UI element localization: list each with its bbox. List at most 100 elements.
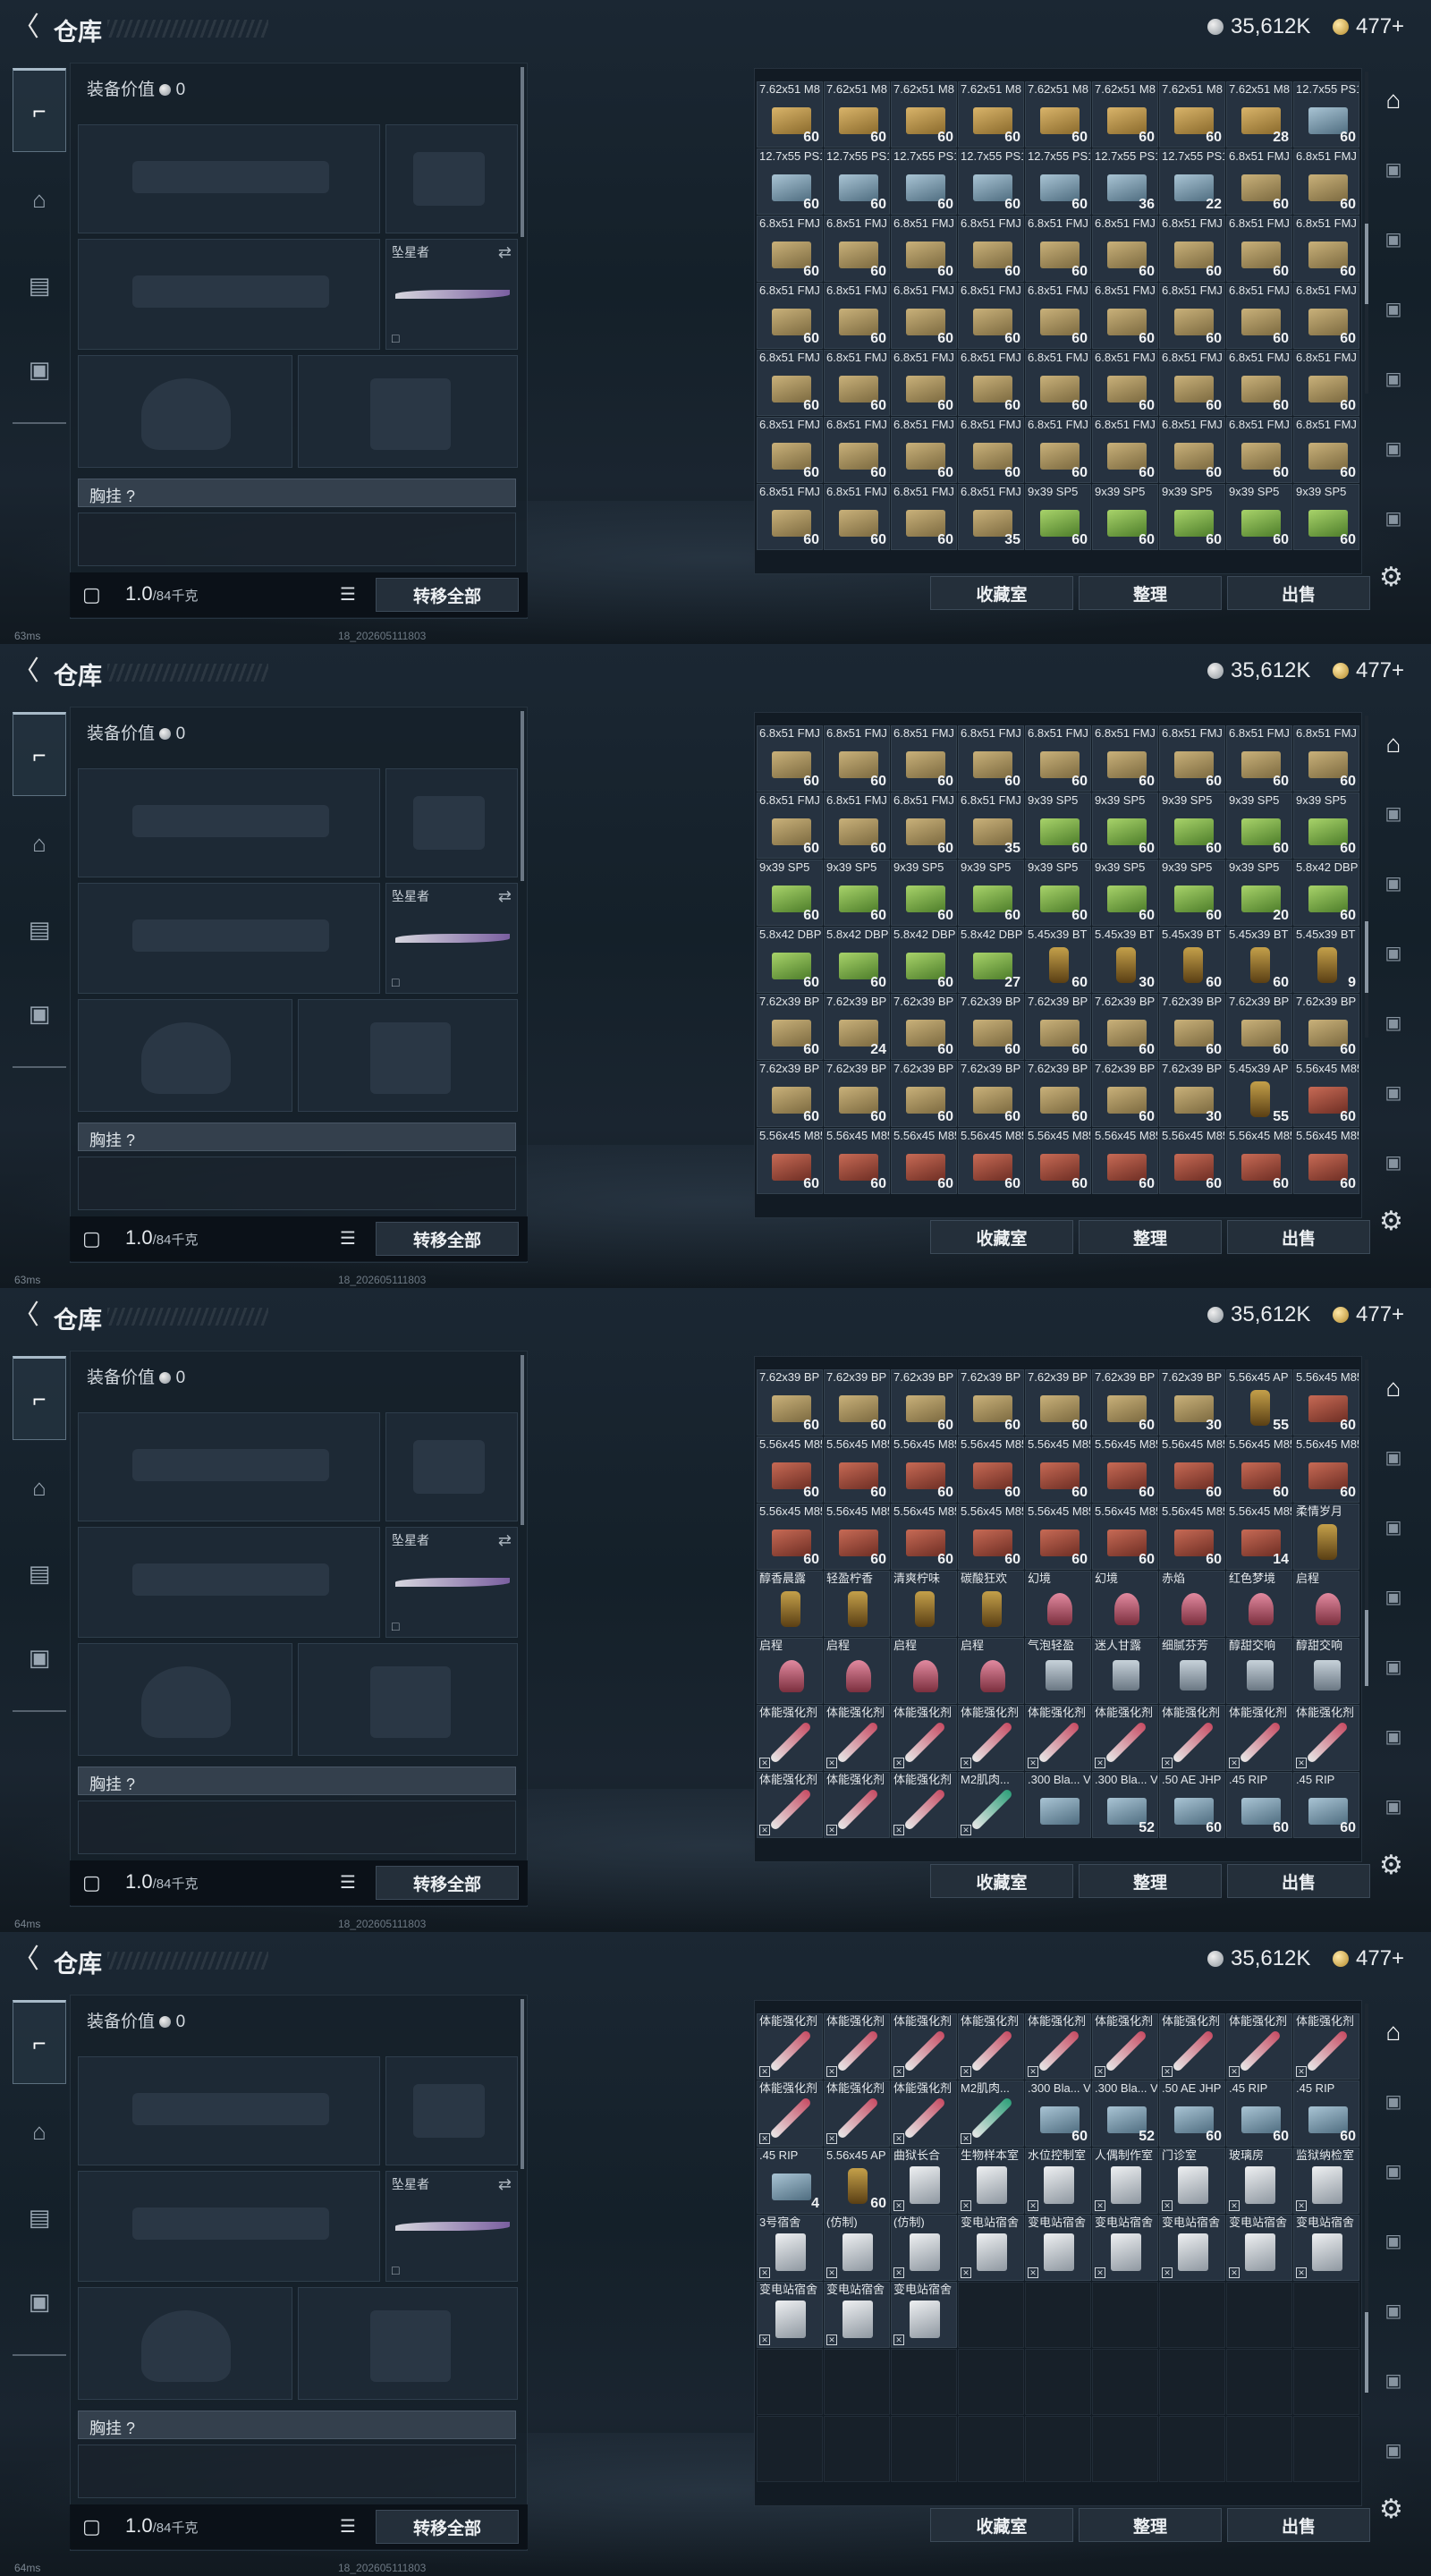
inventory-item[interactable]: 9x39 SP5 60 xyxy=(1159,792,1225,859)
inventory-item[interactable]: 7.62x39 BP 60 xyxy=(757,1061,823,1127)
weapon-tab[interactable]: ⌐ xyxy=(13,68,66,152)
chest-rig-slot[interactable]: 胸挂 ? xyxy=(78,2411,516,2439)
inventory-item[interactable]: 6.8x51 FMJ 60 xyxy=(1293,216,1359,282)
inventory-item[interactable]: 6.8x51 FMJ 60 xyxy=(958,216,1024,282)
inventory-item[interactable]: 9x39 SP5 60 xyxy=(1025,860,1091,926)
inventory-item[interactable]: 5.56x45 M855A1 60 xyxy=(1025,1504,1091,1570)
equipment-scrollbar[interactable] xyxy=(521,67,524,237)
inventory-item[interactable]: 6.8x51 FMJ 60 xyxy=(824,350,890,416)
inventory-item[interactable]: 6.8x51 FMJ 60 xyxy=(891,725,957,792)
armor-slot[interactable] xyxy=(298,1643,518,1756)
inventory-item[interactable]: 6.8x51 FMJ 60 xyxy=(1092,283,1158,349)
inventory-item[interactable]: 生物样本室 ✕ xyxy=(958,2148,1024,2214)
swap-icon[interactable]: ⇄ xyxy=(498,2175,512,2194)
inventory-item[interactable]: 5.8x42 DBP10 60 xyxy=(757,927,823,993)
silver-currency[interactable]: 35,612K xyxy=(1207,1302,1310,1327)
inventory-item[interactable]: 体能强化剂 ✕ xyxy=(1092,2013,1158,2080)
inventory-item[interactable]: 6.8x51 FMJ 60 xyxy=(1293,283,1359,349)
inventory-item[interactable]: 变电站宿舍 ✕ xyxy=(1092,2215,1158,2281)
inventory-item[interactable]: 6.8x51 FMJ 60 xyxy=(1159,417,1225,483)
inventory-item[interactable]: 5.56x45 M855A1 60 xyxy=(1159,1128,1225,1194)
inventory-item[interactable]: 醇甜交响 xyxy=(1226,1638,1292,1704)
inventory-item[interactable]: 5.56x45 AP 60 xyxy=(824,2148,890,2214)
inventory-item[interactable]: 7.62x39 BP 60 xyxy=(891,994,957,1060)
inventory-item[interactable]: (仿制) ✕ xyxy=(891,2215,957,2281)
gold-currency[interactable]: 477+ xyxy=(1333,14,1404,39)
inventory-item[interactable]: (仿制) ✕ xyxy=(824,2215,890,2281)
inventory-item[interactable]: 6.8x51 FMJ 60 xyxy=(757,216,823,282)
weapon-tab[interactable]: ⌐ xyxy=(13,712,66,796)
swap-icon[interactable]: ⇄ xyxy=(498,887,512,906)
inventory-item[interactable]: 体能强化剂 ✕ xyxy=(1025,2013,1091,2080)
silver-currency[interactable]: 35,612K xyxy=(1207,1946,1310,1971)
page-6-icon[interactable]: ▣ xyxy=(1376,1719,1411,1755)
inventory-item[interactable]: 监狱纳检室 ✕ xyxy=(1293,2148,1359,2214)
inventory-item[interactable]: 9x39 SP5 60 xyxy=(824,860,890,926)
silver-currency[interactable]: 35,612K xyxy=(1207,658,1310,683)
inventory-item[interactable]: 6.8x51 FMJ 60 xyxy=(1226,283,1292,349)
inventory-item[interactable]: 5.45x39 BT 60 xyxy=(1025,927,1091,993)
page-4-icon[interactable]: ▣ xyxy=(1376,292,1411,327)
inventory-item[interactable]: 7.62x39 BP 60 xyxy=(958,994,1024,1060)
inventory-item[interactable]: 7.62x51 M8 60 xyxy=(1159,81,1225,148)
inventory-item[interactable]: 6.8x51 FMJ 60 xyxy=(891,484,957,550)
inventory-item[interactable]: 柔情岁月 xyxy=(1293,1504,1359,1570)
swap-icon[interactable]: ⇄ xyxy=(498,1531,512,1550)
inventory-item[interactable]: 9x39 SP5 60 xyxy=(891,860,957,926)
inventory-item[interactable]: 7.62x39 BP 60 xyxy=(757,994,823,1060)
inventory-item[interactable]: 7.62x39 BP 60 xyxy=(1025,994,1091,1060)
armor-tab[interactable]: ⌂ xyxy=(13,157,66,242)
collection-room-button[interactable]: 收藏室 xyxy=(930,1864,1073,1898)
inventory-item[interactable]: 5.56x45 M855A1 60 xyxy=(1092,1504,1158,1570)
inventory-item[interactable]: 水位控制室 ✕ xyxy=(1025,2148,1091,2214)
inventory-item[interactable]: 6.8x51 FMJ 60 xyxy=(891,283,957,349)
inventory-item[interactable]: 5.56x45 M855A1 60 xyxy=(1293,1436,1359,1503)
inventory-item[interactable]: 6.8x51 FMJ 60 xyxy=(891,792,957,859)
inventory-item[interactable]: 门诊室 ✕ xyxy=(1159,2148,1225,2214)
inventory-item[interactable]: 5.56x45 M855A1 60 xyxy=(958,1504,1024,1570)
sell-button[interactable]: 出售 xyxy=(1227,1864,1370,1898)
inventory-item[interactable]: 9x39 SP5 60 xyxy=(1025,792,1091,859)
inventory-item[interactable]: 幻境 xyxy=(1092,1571,1158,1637)
inventory-item[interactable]: 5.56x45 M855A1 60 xyxy=(824,1436,890,1503)
sort-button[interactable]: 整理 xyxy=(1079,1864,1222,1898)
inventory-item[interactable]: 9x39 SP5 60 xyxy=(1092,860,1158,926)
transfer-all-button[interactable]: 转移全部 xyxy=(376,1222,519,1256)
page-6-icon[interactable]: ▣ xyxy=(1376,2363,1411,2399)
inventory-item[interactable]: 5.8x42 DBP10 60 xyxy=(824,927,890,993)
inventory-item[interactable]: 12.7x55 PS12 60 xyxy=(891,148,957,215)
inventory-item[interactable]: 9x39 SP5 60 xyxy=(1159,860,1225,926)
scroll-thumb[interactable] xyxy=(1365,921,1368,993)
inventory-item[interactable]: 体能强化剂 ✕ xyxy=(1293,2013,1359,2080)
armor-tab[interactable]: ⌂ xyxy=(13,2089,66,2174)
inventory-item[interactable]: 9x39 SP5 20 xyxy=(1226,860,1292,926)
inventory-item[interactable]: 7.62x39 BP 24 xyxy=(824,994,890,1060)
inventory-item[interactable]: 6.8x51 FMJ 60 xyxy=(757,484,823,550)
sort-button[interactable]: 整理 xyxy=(1079,576,1222,610)
inventory-item[interactable]: .300 Bla... V 52 xyxy=(1092,2080,1158,2147)
inventory-item[interactable]: 6.8x51 FMJ 60 xyxy=(824,792,890,859)
weapon-tab[interactable]: ⌐ xyxy=(13,2000,66,2084)
inventory-item[interactable]: 6.8x51 FMJ 60 xyxy=(1025,350,1091,416)
inventory-item[interactable]: 6.8x51 FMJ 60 xyxy=(1159,350,1225,416)
scroll-thumb[interactable] xyxy=(1365,2312,1368,2393)
inventory-item[interactable]: 6.8x51 FMJ 60 xyxy=(1226,725,1292,792)
case-tab[interactable]: ▣ xyxy=(13,1615,66,1699)
page-3-icon[interactable]: ▣ xyxy=(1376,866,1411,902)
inventory-item[interactable]: 赤焰 xyxy=(1159,1571,1225,1637)
list-icon[interactable]: ☰ xyxy=(340,2515,365,2537)
inventory-item[interactable]: 变电站宿舍 ✕ xyxy=(958,2215,1024,2281)
page-2-icon[interactable]: ▣ xyxy=(1376,1440,1411,1476)
helmet-slot[interactable] xyxy=(78,355,292,468)
inventory-item[interactable]: 6.8x51 FMJ 60 xyxy=(958,350,1024,416)
armor-tab[interactable]: ⌂ xyxy=(13,801,66,886)
inventory-item[interactable]: .45 RIP 60 xyxy=(1226,2080,1292,2147)
scroll-thumb[interactable] xyxy=(1365,1610,1368,1686)
backpack-tab[interactable]: ▤ xyxy=(13,887,66,971)
inventory-item[interactable]: 7.62x39 BP 60 xyxy=(1025,1369,1091,1436)
inventory-item[interactable]: 醇香晨露 xyxy=(757,1571,823,1637)
inventory-item[interactable]: 7.62x51 M8 60 xyxy=(1092,81,1158,148)
inventory-item[interactable]: 体能强化剂 ✕ xyxy=(1092,1705,1158,1771)
inventory-item[interactable]: 启程 xyxy=(757,1638,823,1704)
inventory-item[interactable]: 体能强化剂 ✕ xyxy=(1293,1705,1359,1771)
